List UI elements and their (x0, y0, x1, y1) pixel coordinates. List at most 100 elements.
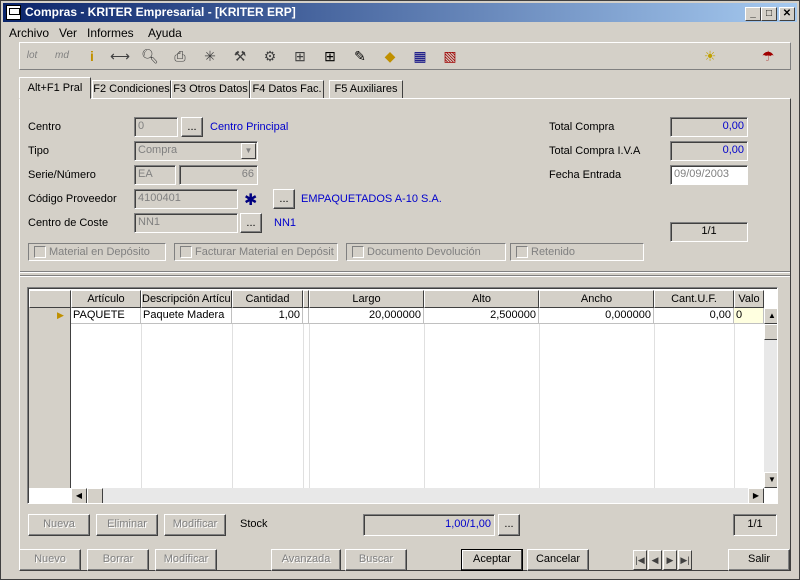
lot-icon[interactable]: lot (22, 46, 42, 66)
borrar-button[interactable]: Borrar (87, 549, 149, 571)
grid-line (141, 324, 142, 488)
first-record-icon[interactable]: |◀ (633, 550, 647, 570)
cell-ancho[interactable]: 0,000000 (539, 308, 654, 324)
tab-datos-fac[interactable]: F4 Datos Fac. (250, 80, 324, 99)
main-panel: Centro 0 ... Centro Principal Tipo Compr… (19, 98, 791, 571)
tab-pral[interactable]: Alt+F1 Pral (19, 77, 91, 99)
scroll-thumb[interactable] (764, 324, 777, 340)
grid-modificar-button[interactable]: Modificar (164, 514, 226, 536)
checkbox-retenido[interactable]: Retenido (510, 243, 644, 261)
coste-lookup-button[interactable]: ... (240, 213, 262, 233)
scroll-up-button[interactable]: ▲ (764, 308, 777, 324)
col-articulo[interactable]: Artículo (71, 290, 141, 308)
nuevo-button[interactable]: Nuevo (19, 549, 81, 571)
modificar-button[interactable]: Modificar (155, 549, 217, 571)
scroll-right-button[interactable]: ▶ (748, 488, 764, 503)
tab-condiciones[interactable]: F2 Condiciones (92, 80, 171, 99)
menu-ayuda[interactable]: Ayuda (148, 26, 182, 40)
vertical-scrollbar[interactable]: ▲ ▼ (764, 308, 777, 488)
col-cantidad[interactable]: Cantidad (232, 290, 303, 308)
tipo-select[interactable]: Compra ▼ (134, 141, 258, 161)
checkbox-label: Material en Depósito (49, 246, 150, 258)
bulb-icon[interactable]: ☀ (700, 46, 720, 66)
page-counter: 1/1 (670, 222, 748, 242)
coste-label: Centro de Coste (28, 217, 109, 229)
cancelar-button[interactable]: Cancelar (527, 549, 589, 571)
lines-grid[interactable]: Artículo Descripción Artículo Cantidad L… (27, 287, 778, 504)
scroll-down-button[interactable]: ▼ (764, 472, 777, 488)
aceptar-button[interactable]: Aceptar (461, 549, 523, 571)
print-icon[interactable]: ⎙ (170, 46, 190, 66)
buscar-button[interactable]: Buscar (345, 549, 407, 571)
maximize-button[interactable]: □ (761, 7, 777, 21)
grid-eliminar-button[interactable]: Eliminar (96, 514, 158, 536)
asterisk-icon[interactable]: ✳ (200, 46, 220, 66)
stock-lookup-button[interactable]: ... (498, 514, 520, 536)
warning-icon[interactable]: ◆ (380, 46, 400, 66)
grid-icon[interactable]: ⊞ (320, 46, 340, 66)
window-title: Compras - KRITER Empresarial - [KRITER E… (25, 5, 296, 19)
split-icon[interactable]: ⟷ (110, 46, 130, 66)
tree-icon[interactable]: ⊞ (290, 46, 310, 66)
tab-auxiliares[interactable]: F5 Auxiliares (329, 80, 403, 99)
checkbox-material-deposito[interactable]: Material en Depósito (28, 243, 166, 261)
grid-line (734, 324, 735, 488)
close-button[interactable]: ✕ (779, 7, 795, 21)
proveedor-lookup-button[interactable]: ... (273, 189, 295, 209)
col-valor[interactable]: Valo (734, 290, 764, 308)
col-alto[interactable]: Alto (424, 290, 539, 308)
scroll-left-button[interactable]: ◀ (71, 488, 87, 503)
hscroll-thumb[interactable] (87, 488, 103, 503)
centro-input[interactable]: 0 (134, 117, 178, 137)
checkbox-label: Retenido (531, 246, 576, 258)
toolbar: lot md i ⟷ 🔍︎ ⎙ ✳ ⚒ ⚙ ⊞ ⊞ ✎ ◆ ▦ ▧ ☀ ☂ (19, 42, 791, 70)
checkbox-devolucion[interactable]: Documento Devolución (346, 243, 506, 261)
col-ancho[interactable]: Ancho (539, 290, 654, 308)
prev-record-icon[interactable]: ◀ (648, 550, 662, 570)
col-descripcion[interactable]: Descripción Artículo (141, 290, 232, 308)
wrench-icon[interactable]: ⚙ (260, 46, 280, 66)
minimize-button[interactable]: _ (745, 7, 761, 21)
avanzada-button[interactable]: Avanzada (271, 549, 341, 571)
cell-largo[interactable]: 20,000000 (309, 308, 424, 324)
checkbox-box (180, 246, 192, 258)
next-record-icon[interactable]: ▶ (663, 550, 677, 570)
numero-input[interactable]: 66 (179, 165, 258, 185)
grid-line (309, 324, 310, 488)
cell-cantidad[interactable]: 1,00 (232, 308, 303, 324)
col-largo[interactable]: Largo (309, 290, 424, 308)
stock-value: 1,00/1,00 (363, 514, 495, 536)
menu-informes[interactable]: Informes (87, 26, 134, 40)
current-row-icon: ▶ (57, 310, 64, 320)
menu-archivo[interactable]: Archivo (9, 26, 49, 40)
calculator-icon[interactable]: ▦ (410, 46, 430, 66)
cell-descripcion[interactable]: Paquete Madera (141, 308, 232, 324)
cell-articulo[interactable]: PAQUETE (71, 308, 141, 324)
menu-ver[interactable]: Ver (59, 26, 77, 40)
cell-cant-uf[interactable]: 0,00 (654, 308, 734, 324)
stamp-icon[interactable]: ✎ (350, 46, 370, 66)
md-icon[interactable]: md (52, 46, 72, 66)
coste-input[interactable]: NN1 (134, 213, 238, 233)
cell-valor[interactable]: 0 (734, 308, 764, 324)
salir-button[interactable]: Salir (728, 549, 790, 571)
horizontal-scrollbar[interactable]: ◀ ▶ (71, 488, 764, 503)
proveedor-input[interactable]: 4100401 (134, 189, 238, 209)
cell-alto[interactable]: 2,500000 (424, 308, 539, 324)
preview-icon[interactable]: 🔍︎ (140, 46, 160, 66)
asterisk-icon[interactable]: ✱ (244, 190, 257, 210)
checkbox-facturar-deposito[interactable]: Facturar Material en Depósit (174, 243, 338, 261)
grid-nueva-button[interactable]: Nueva (28, 514, 90, 536)
chevron-down-icon: ▼ (241, 143, 256, 159)
serie-input[interactable]: EA (134, 165, 176, 185)
tools-icon[interactable]: ⚒ (230, 46, 250, 66)
report-icon[interactable]: ▧ (440, 46, 460, 66)
fecha-input[interactable]: 09/09/2003 (670, 165, 748, 185)
last-record-icon[interactable]: ▶| (678, 550, 692, 570)
centro-lookup-button[interactable]: ... (181, 117, 203, 137)
help-icon[interactable]: ☂ (758, 46, 778, 66)
tab-otros-datos[interactable]: F3 Otros Datos (171, 80, 250, 99)
col-cant-uf[interactable]: Cant.U.F. (654, 290, 734, 308)
serie-label: Serie/Número (28, 169, 96, 181)
info-icon[interactable]: i (82, 46, 102, 66)
